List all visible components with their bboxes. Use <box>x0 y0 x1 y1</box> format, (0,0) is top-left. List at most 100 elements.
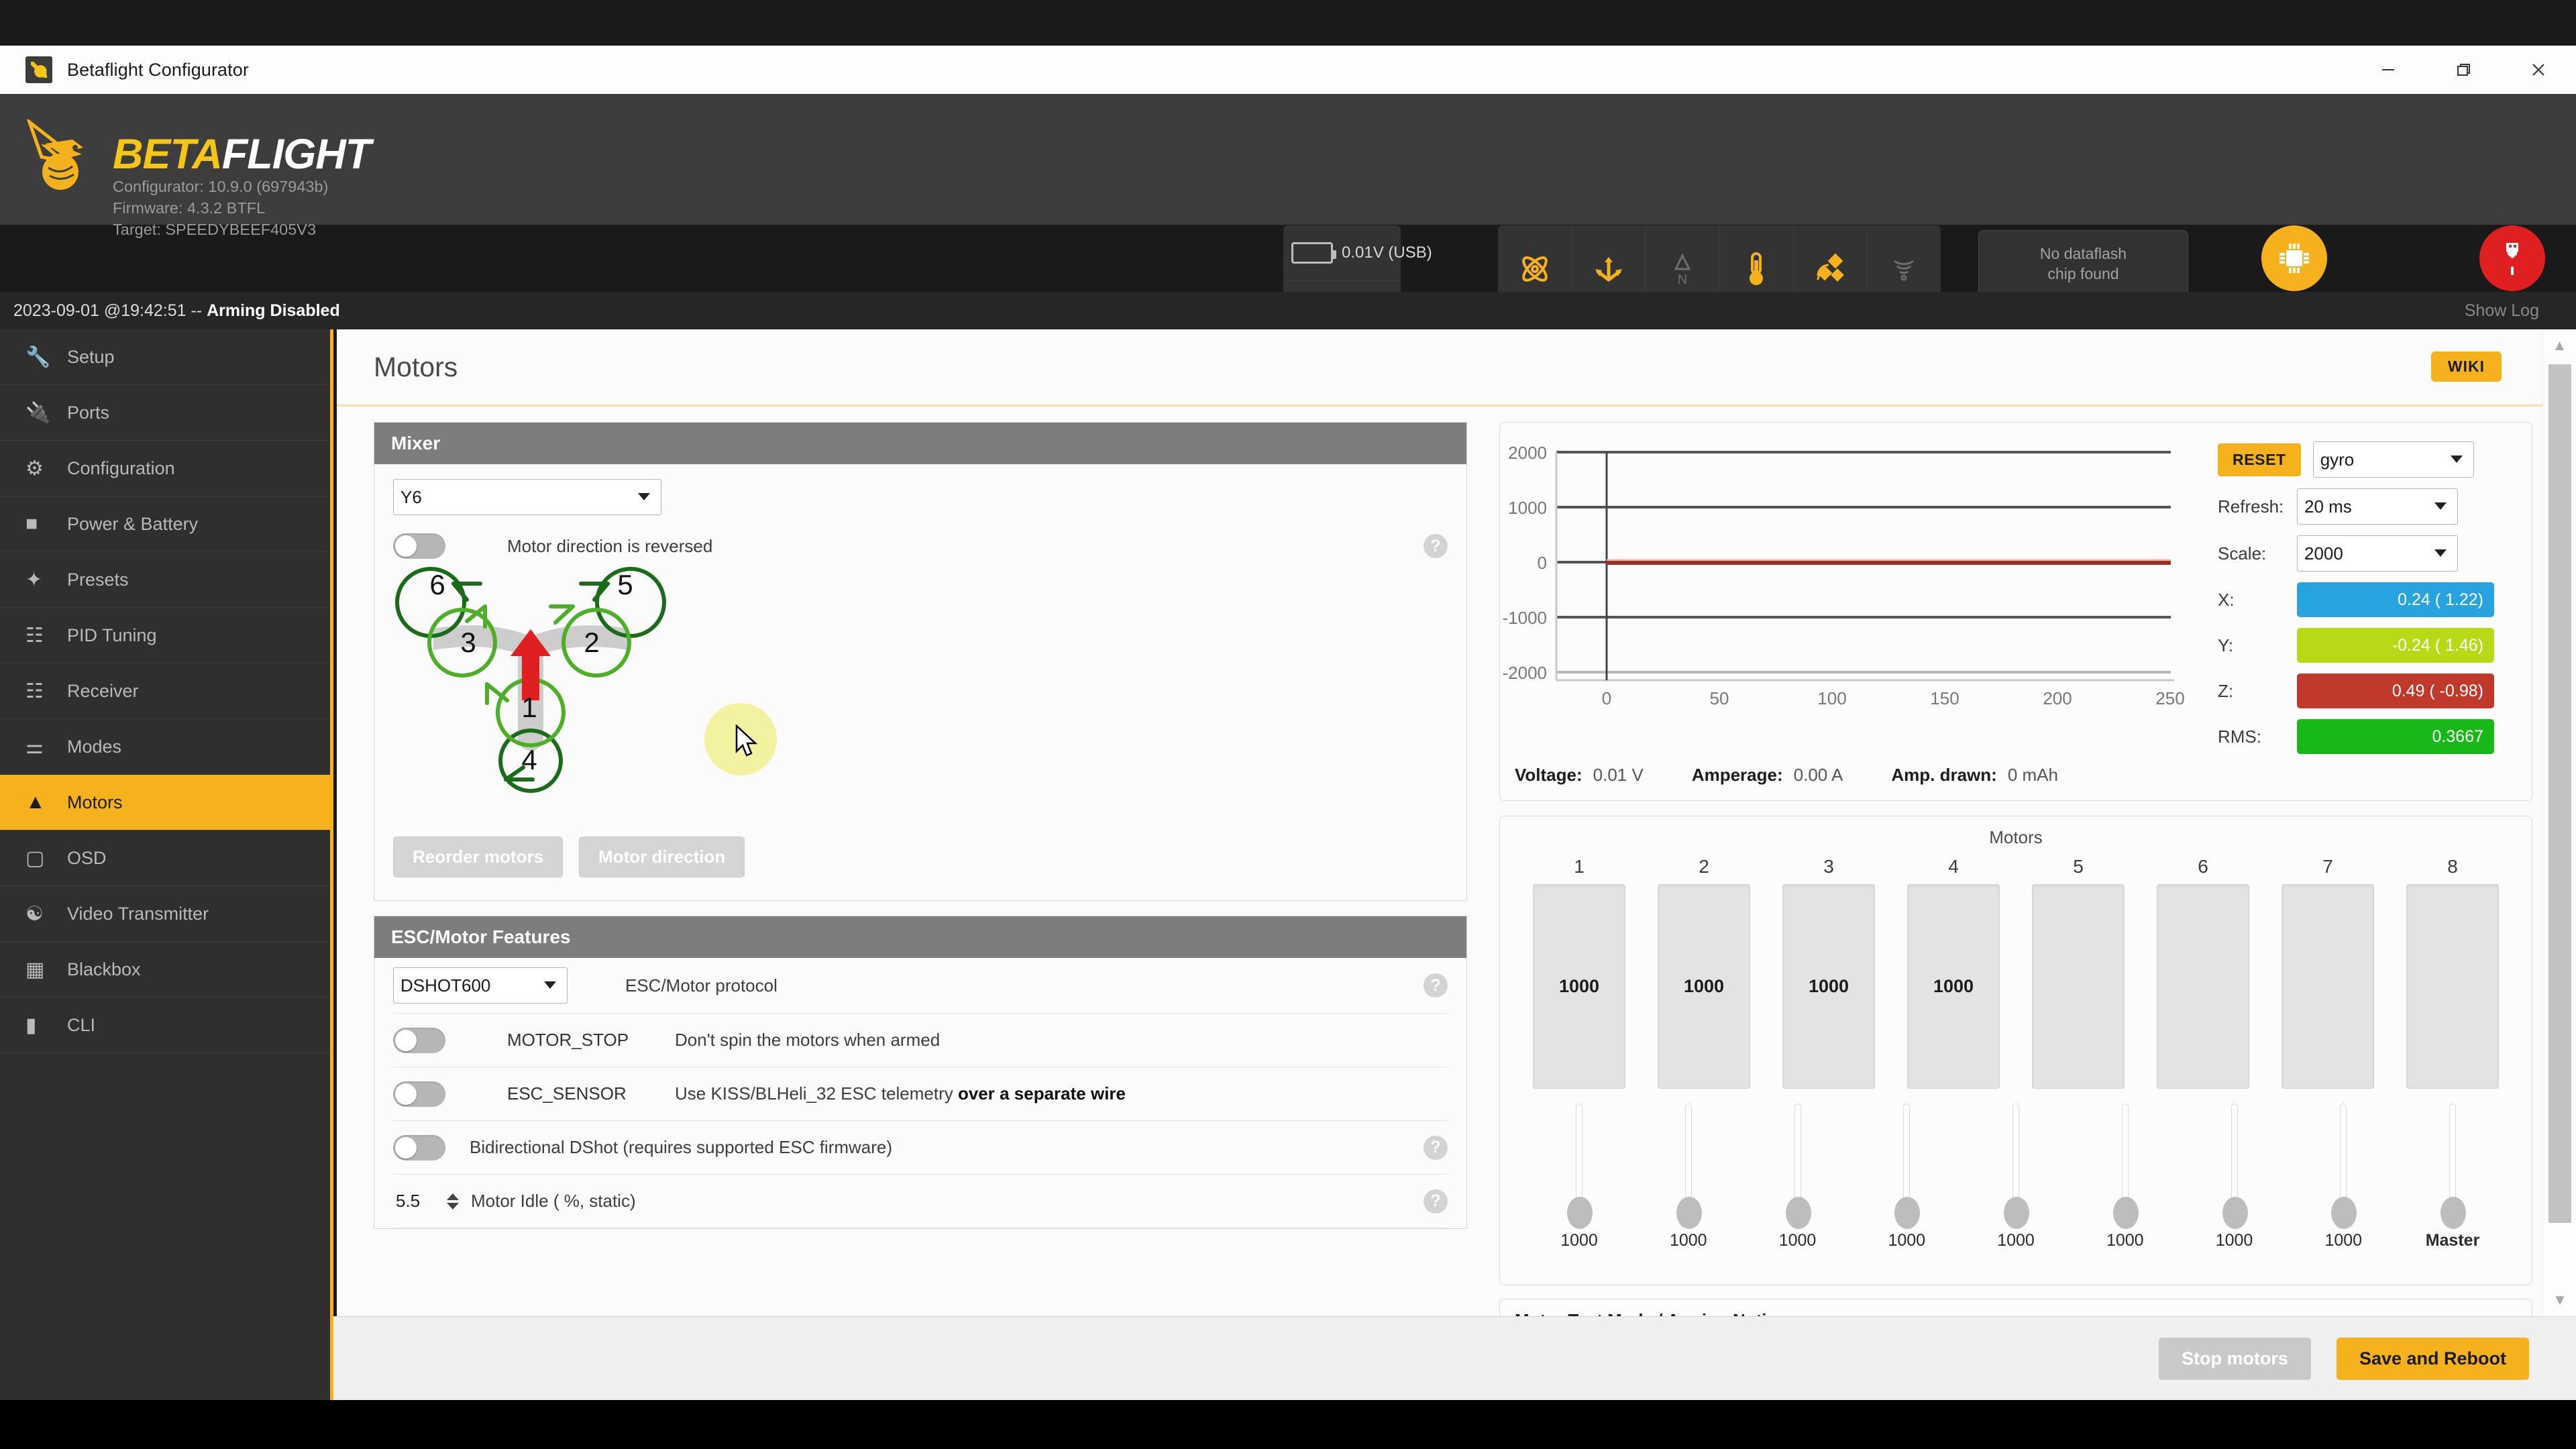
slider-knob[interactable] <box>1785 1197 1811 1229</box>
sidebar-item-pid-tuning[interactable]: ☷ PID Tuning <box>0 608 330 663</box>
motor-column: 8 <box>2402 856 2504 1089</box>
motor-idle-spinner[interactable] <box>447 1193 459 1210</box>
content-scrollbar[interactable]: ▲ ▼ <box>2542 329 2576 1316</box>
status-message: 2023-09-01 @19:42:51 -- Arming Disabled <box>13 301 340 321</box>
plug-icon: 🔌 <box>25 401 51 424</box>
motor-idle-stepper[interactable] <box>393 1185 459 1217</box>
graph-scale-row: Scale: 2000 <box>2218 535 2494 572</box>
motor-column: 5 <box>2027 856 2129 1089</box>
sitemap-icon: ☷ <box>25 624 44 647</box>
esc-panel-body: DSHOT600 ESC/Motor protocol ? MOTOR_STOP… <box>374 958 1466 1228</box>
chip-icon <box>2261 225 2327 291</box>
esc-sensor-toggle[interactable] <box>393 1081 445 1107</box>
bidirectional-dshot-toggle[interactable] <box>393 1134 445 1161</box>
esc-sensor-desc: Use KISS/BLHeli_32 ESC telemetry over a … <box>675 1083 1126 1104</box>
osd-icon: ▢ <box>25 847 45 869</box>
sidebar-item-osd[interactable]: ▢ OSD <box>0 830 330 886</box>
voltage-value: 0.01 V <box>1593 765 1644 785</box>
motor-bar <box>2406 884 2499 1089</box>
motor-idle-input[interactable] <box>393 1185 445 1217</box>
slider-knob[interactable] <box>1676 1197 1702 1229</box>
sidebar-item-configuration[interactable]: ⚙ Configuration <box>0 441 330 496</box>
master-slider-column: Master <box>2402 1104 2504 1250</box>
scroll-down-arrow[interactable]: ▼ <box>2543 1284 2576 1316</box>
refresh-select[interactable]: 20 ms <box>2297 488 2458 525</box>
page-title: Motors <box>374 351 458 382</box>
motor-direction-reversed-toggle[interactable] <box>393 533 445 559</box>
motor-slider[interactable] <box>2004 1104 2029 1229</box>
sidebar-item-motors[interactable]: ▲ Motors <box>0 775 330 830</box>
slider-knob[interactable] <box>2004 1197 2029 1229</box>
sidebar-item-cli[interactable]: ▮ CLI <box>0 998 330 1053</box>
graph-source-select[interactable]: gyro <box>2312 441 2474 478</box>
motor-slider[interactable] <box>1785 1104 1811 1229</box>
configurator-version: Configurator: 10.9.0 (697943b) <box>113 178 329 195</box>
esc-protocol-select[interactable]: DSHOT600 <box>393 967 568 1004</box>
right-column: 2000 1000 0 -1000 -2000 0 50 100 150 200… <box>1499 422 2532 1368</box>
slider-knob[interactable] <box>1567 1197 1593 1229</box>
bottombar-left-filler <box>0 1316 333 1400</box>
window-controls <box>2351 46 2576 94</box>
motor-slider[interactable] <box>1894 1104 1921 1229</box>
motor-stop-row: MOTOR_STOP Don't spin the motors when ar… <box>393 1014 1448 1067</box>
gyro-plot-svg: 2000 1000 0 -1000 -2000 0 50 100 150 200… <box>1503 443 2185 708</box>
scrollbar-thumb[interactable] <box>2548 364 2571 1223</box>
sidebar-item-setup[interactable]: 🔧 Setup <box>0 329 330 385</box>
slider-knob[interactable] <box>2440 1197 2466 1229</box>
mixer-type-select[interactable]: Y6 <box>393 479 661 515</box>
slider-knob[interactable] <box>2331 1197 2357 1229</box>
axis-y-label: Y: <box>2218 635 2234 655</box>
save-and-reboot-button[interactable]: Save and Reboot <box>2336 1337 2529 1380</box>
stop-motors-button[interactable]: Stop motors <box>2158 1337 2311 1380</box>
svg-text:2000: 2000 <box>1508 443 1547 463</box>
sidebar-item-blackbox[interactable]: ▦ Blackbox <box>0 942 330 998</box>
motor-direction-button[interactable]: Motor direction <box>579 837 745 877</box>
wiki-button[interactable]: WIKI <box>2430 352 2502 382</box>
bidirectional-dshot-label: Bidirectional DShot (requires supported … <box>470 1137 893 1157</box>
baro-icon <box>1745 243 1768 295</box>
sidebar-item-ports[interactable]: 🔌 Ports <box>0 385 330 441</box>
sidebar-item-video-transmitter[interactable]: ☯ Video Transmitter <box>0 886 330 942</box>
reset-button[interactable]: RESET <box>2218 443 2301 476</box>
slider-knob[interactable] <box>1894 1197 1921 1229</box>
close-icon[interactable] <box>2501 46 2576 94</box>
dataflash-line2: chip found <box>2047 265 2119 282</box>
motor-slider[interactable] <box>1676 1104 1702 1229</box>
scale-select[interactable]: 2000 <box>2297 535 2458 572</box>
esc-protocol-select-wrap: DSHOT600 <box>393 967 568 1004</box>
mixer-help-icon[interactable]: ? <box>1424 534 1448 558</box>
minimize-icon[interactable] <box>2351 46 2426 94</box>
motor-slider[interactable] <box>2331 1104 2357 1229</box>
slider-knob[interactable] <box>2222 1197 2248 1229</box>
show-log-link[interactable]: Show Log <box>2465 301 2539 321</box>
svg-text:50: 50 <box>1710 688 1729 708</box>
master-slider[interactable] <box>2440 1104 2466 1229</box>
motor-slider-value: 1000 <box>1778 1231 1817 1250</box>
maximize-icon[interactable] <box>2426 46 2501 94</box>
bidirectional-dshot-help-icon[interactable]: ? <box>1424 1135 1448 1160</box>
axis-z-value: 0.49 ( -0.98) <box>2297 674 2494 708</box>
motor-slider[interactable] <box>2112 1104 2139 1229</box>
motor-stop-toggle[interactable] <box>393 1027 445 1053</box>
gyro-icon <box>1517 243 1552 295</box>
slider-knob[interactable] <box>2112 1197 2139 1229</box>
sidebar-item-modes[interactable]: ⚌ Modes <box>0 719 330 775</box>
sidebar-item-receiver[interactable]: ☷ Receiver <box>0 663 330 719</box>
remote-icon: ☷ <box>25 680 44 702</box>
sidebar-item-power-battery[interactable]: ■ Power & Battery <box>0 496 330 552</box>
motor-number: 5 <box>2073 856 2084 877</box>
axis-y-value: -0.24 ( 1.46) <box>2297 628 2494 663</box>
scroll-up-arrow[interactable]: ▲ <box>2543 329 2576 362</box>
svg-text:0: 0 <box>1602 688 1611 708</box>
app-icon <box>25 56 52 83</box>
refresh-select-wrap: 20 ms <box>2297 488 2458 525</box>
gear-icon: ⚙ <box>25 457 44 480</box>
reorder-motors-button[interactable]: Reorder motors <box>393 837 564 877</box>
sidebar-item-label: OSD <box>67 847 107 868</box>
motor-slider[interactable] <box>2222 1104 2248 1229</box>
sidebar-item-presets[interactable]: ✦ Presets <box>0 552 330 608</box>
esc-protocol-help-icon[interactable]: ? <box>1424 973 1448 998</box>
motor-idle-help-icon[interactable]: ? <box>1424 1189 1448 1214</box>
motor-slider[interactable] <box>1567 1104 1593 1229</box>
motor-slider-column: 1000 <box>1965 1104 2067 1250</box>
